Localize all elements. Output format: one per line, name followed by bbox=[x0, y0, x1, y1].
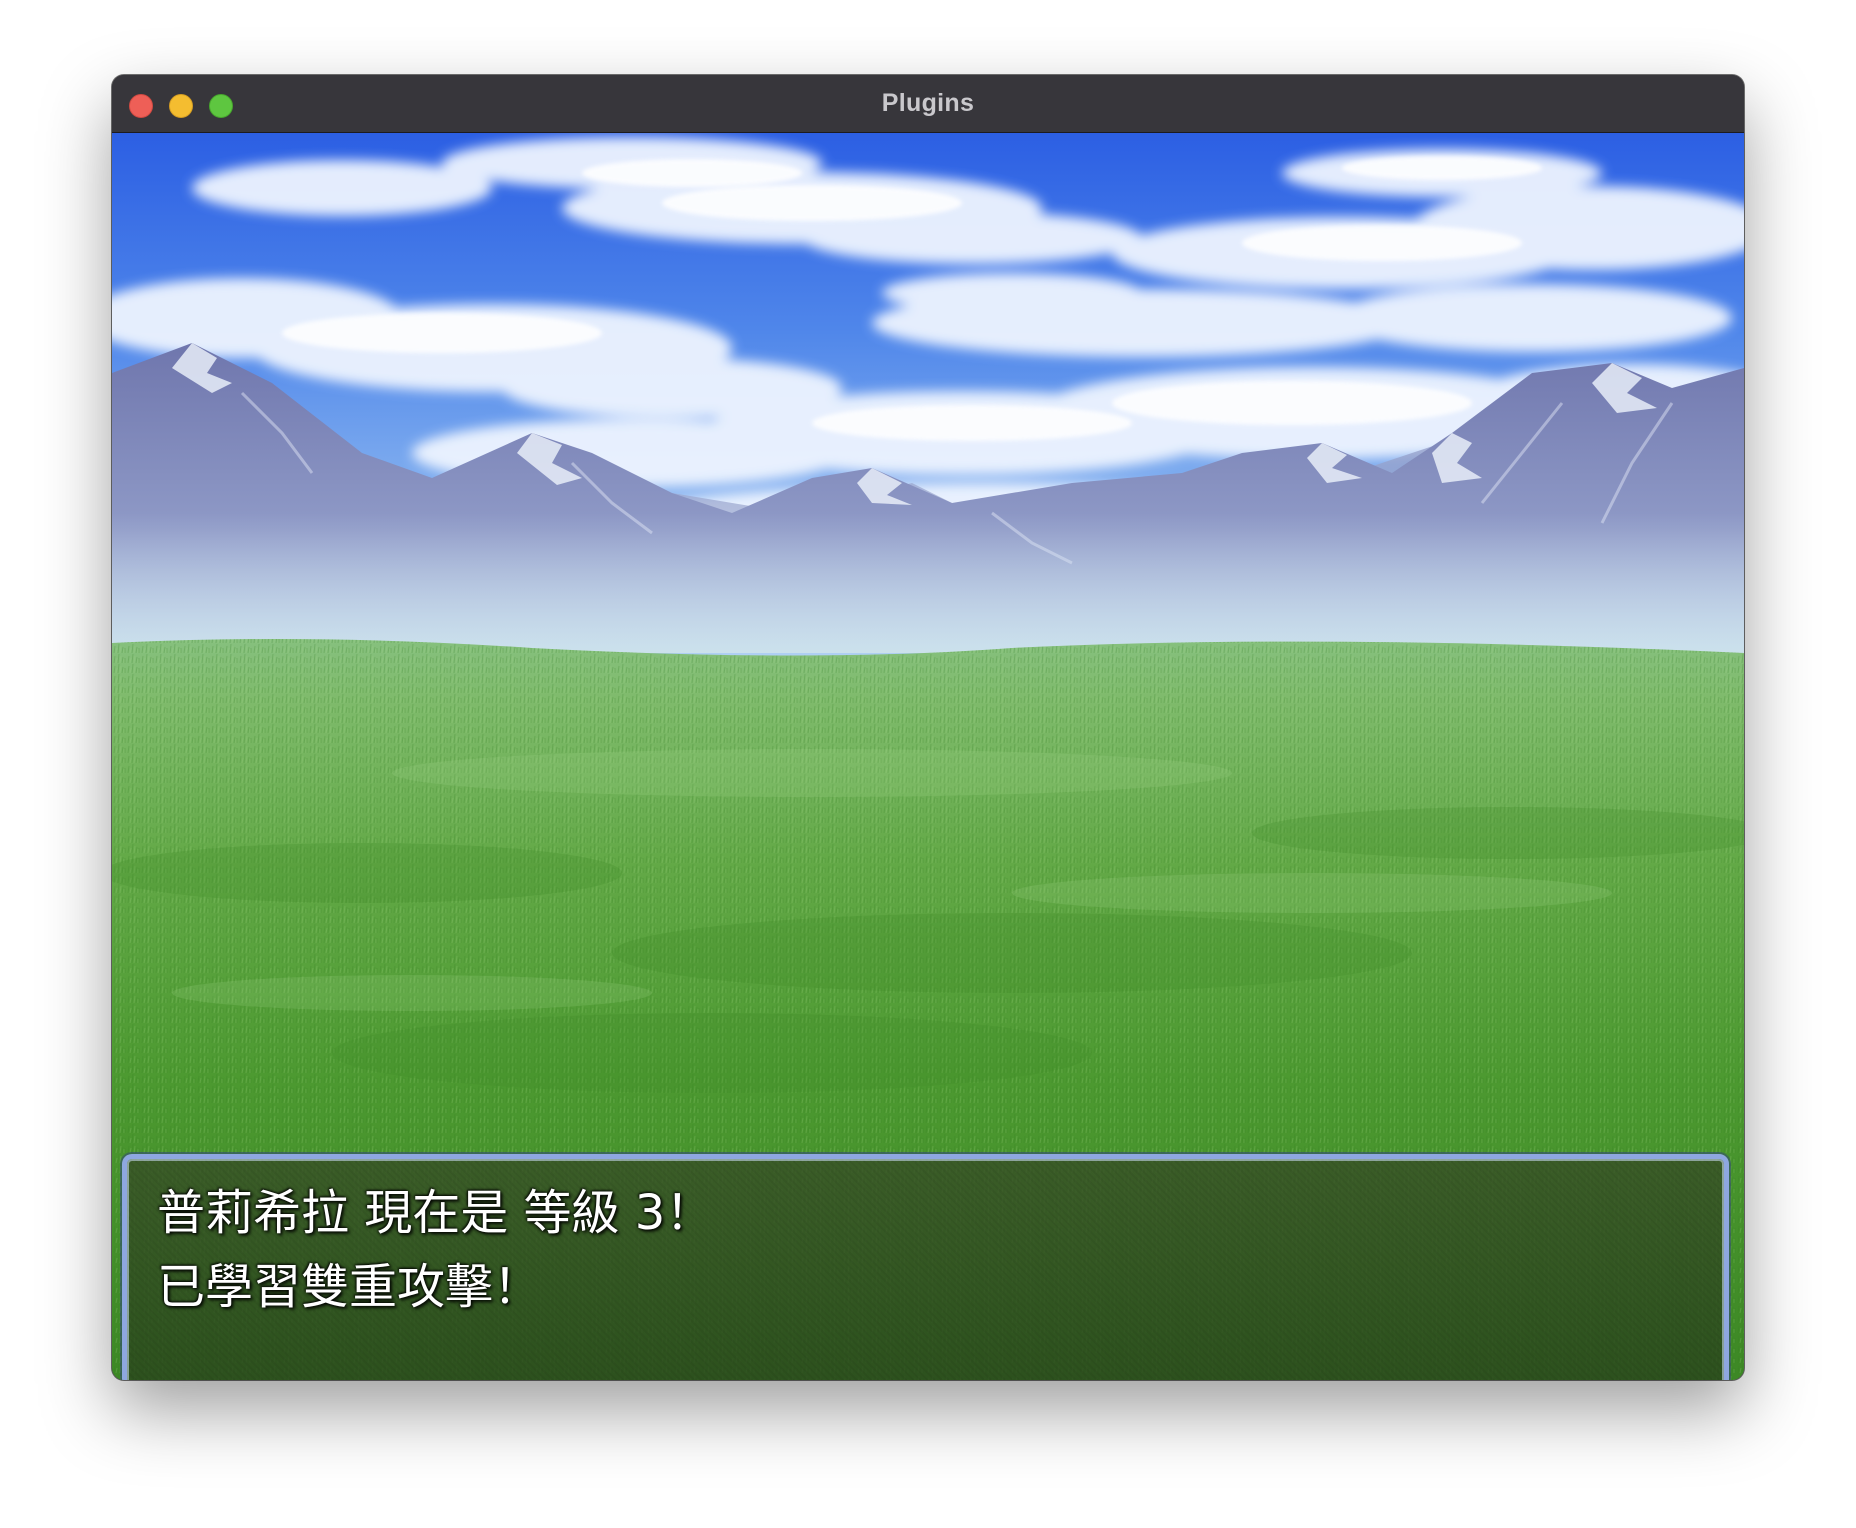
title-bar[interactable]: Plugins bbox=[112, 75, 1744, 133]
message-window[interactable]: 普莉希拉 現在是 等級 3！ 已學習雙重攻擊！ bbox=[122, 1154, 1729, 1380]
battle-background[interactable]: 普莉希拉 現在是 等級 3！ 已學習雙重攻擊！ bbox=[112, 133, 1744, 1380]
message-line-1: 普莉希拉 現在是 等級 3！ bbox=[157, 1185, 714, 1241]
game-window: Plugins 普莉希拉 現在是 等級 3！ 已學習雙重攻擊！ bbox=[112, 75, 1744, 1380]
window-title: Plugins bbox=[881, 89, 975, 117]
message-line-2: 已學習雙重攻擊！ bbox=[157, 1259, 542, 1315]
